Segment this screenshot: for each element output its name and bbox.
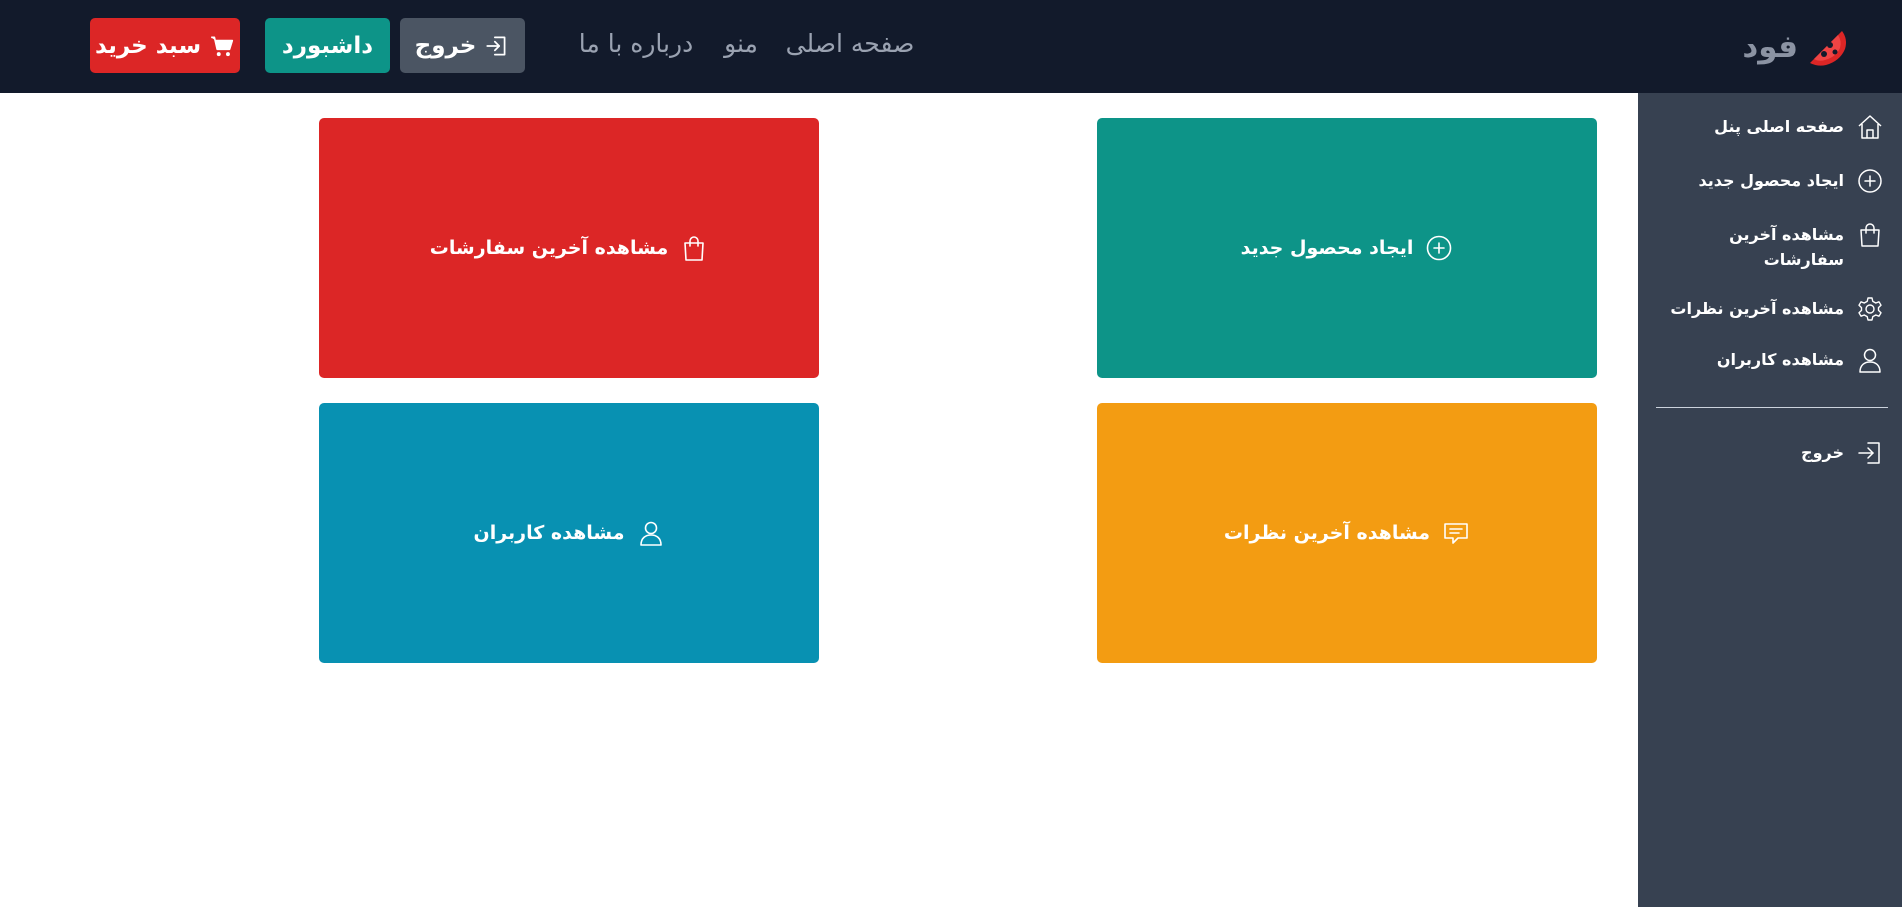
cart-button[interactable]: سبد خرید xyxy=(90,18,240,73)
top-navbar: فود صفحه اصلی منو درباره با ما خروج داشب… xyxy=(0,0,1902,93)
sidebar-item-latest-comments[interactable]: مشاهده آخرین نظرات xyxy=(1654,295,1884,323)
nav-link-about[interactable]: درباره با ما xyxy=(572,28,700,60)
create-product-card[interactable]: ایجاد محصول جدید xyxy=(1097,118,1597,378)
home-icon xyxy=(1856,113,1884,141)
cart-button-label: سبد خرید xyxy=(94,32,202,59)
sidebar-item-latest-orders[interactable]: مشاهده آخرین سفارشات xyxy=(1654,221,1884,272)
sidebar-item-panel-home[interactable]: صفحه اصلی پنل xyxy=(1654,113,1884,141)
sidebar-item-label: ایجاد محصول جدید xyxy=(1698,171,1844,190)
comment-icon xyxy=(1442,519,1470,547)
latest-comments-card[interactable]: مشاهده آخرین نظرات xyxy=(1097,403,1597,663)
sidebar-item-create-product[interactable]: ایجاد محصول جدید xyxy=(1654,167,1884,195)
shopping-bag-icon xyxy=(680,234,708,262)
cart-icon xyxy=(209,33,235,59)
create-product-card-label: ایجاد محصول جدید xyxy=(1240,237,1414,259)
brand-logo[interactable]: فود xyxy=(1742,22,1848,72)
nav-link-menu[interactable]: منو xyxy=(711,28,771,60)
users-card[interactable]: مشاهده کاربران xyxy=(319,403,819,663)
sidebar-item-label: صفحه اصلی پنل xyxy=(1714,117,1844,136)
sidebar-item-label: خروج xyxy=(1801,443,1844,462)
logout-button-label: خروج xyxy=(414,32,477,59)
latest-comments-card-label: مشاهده آخرین نظرات xyxy=(1223,522,1431,544)
gear-icon xyxy=(1856,295,1884,323)
sidebar: صفحه اصلی پنل ایجاد محصول جدید مشاهده آخ… xyxy=(1638,93,1902,907)
user-icon xyxy=(637,519,665,547)
nav-link-home[interactable]: صفحه اصلی xyxy=(785,28,915,60)
latest-orders-card[interactable]: مشاهده آخرین سفارشات xyxy=(319,118,819,378)
sidebar-item-logout[interactable]: خروج xyxy=(1654,439,1884,467)
logout-icon xyxy=(484,33,510,59)
latest-orders-card-label: مشاهده آخرین سفارشات xyxy=(429,237,669,259)
brand-name: فود xyxy=(1742,28,1798,65)
user-icon xyxy=(1856,346,1884,374)
shopping-bag-icon xyxy=(1856,221,1884,249)
pizza-slice-icon xyxy=(1804,25,1848,69)
plus-circle-icon xyxy=(1425,234,1453,262)
sidebar-item-label: مشاهده کاربران xyxy=(1716,350,1844,369)
sidebar-item-label: مشاهده آخرین سفارشات xyxy=(1729,225,1844,269)
sidebar-divider xyxy=(1656,407,1888,408)
logout-icon xyxy=(1856,439,1884,467)
logout-button[interactable]: خروج xyxy=(400,18,525,73)
users-card-label: مشاهده کاربران xyxy=(473,522,625,544)
sidebar-item-users[interactable]: مشاهده کاربران xyxy=(1654,346,1884,374)
plus-circle-icon xyxy=(1856,167,1884,195)
dashboard-button[interactable]: داشبورد xyxy=(265,18,390,73)
sidebar-item-label: مشاهده آخرین نظرات xyxy=(1670,299,1844,318)
